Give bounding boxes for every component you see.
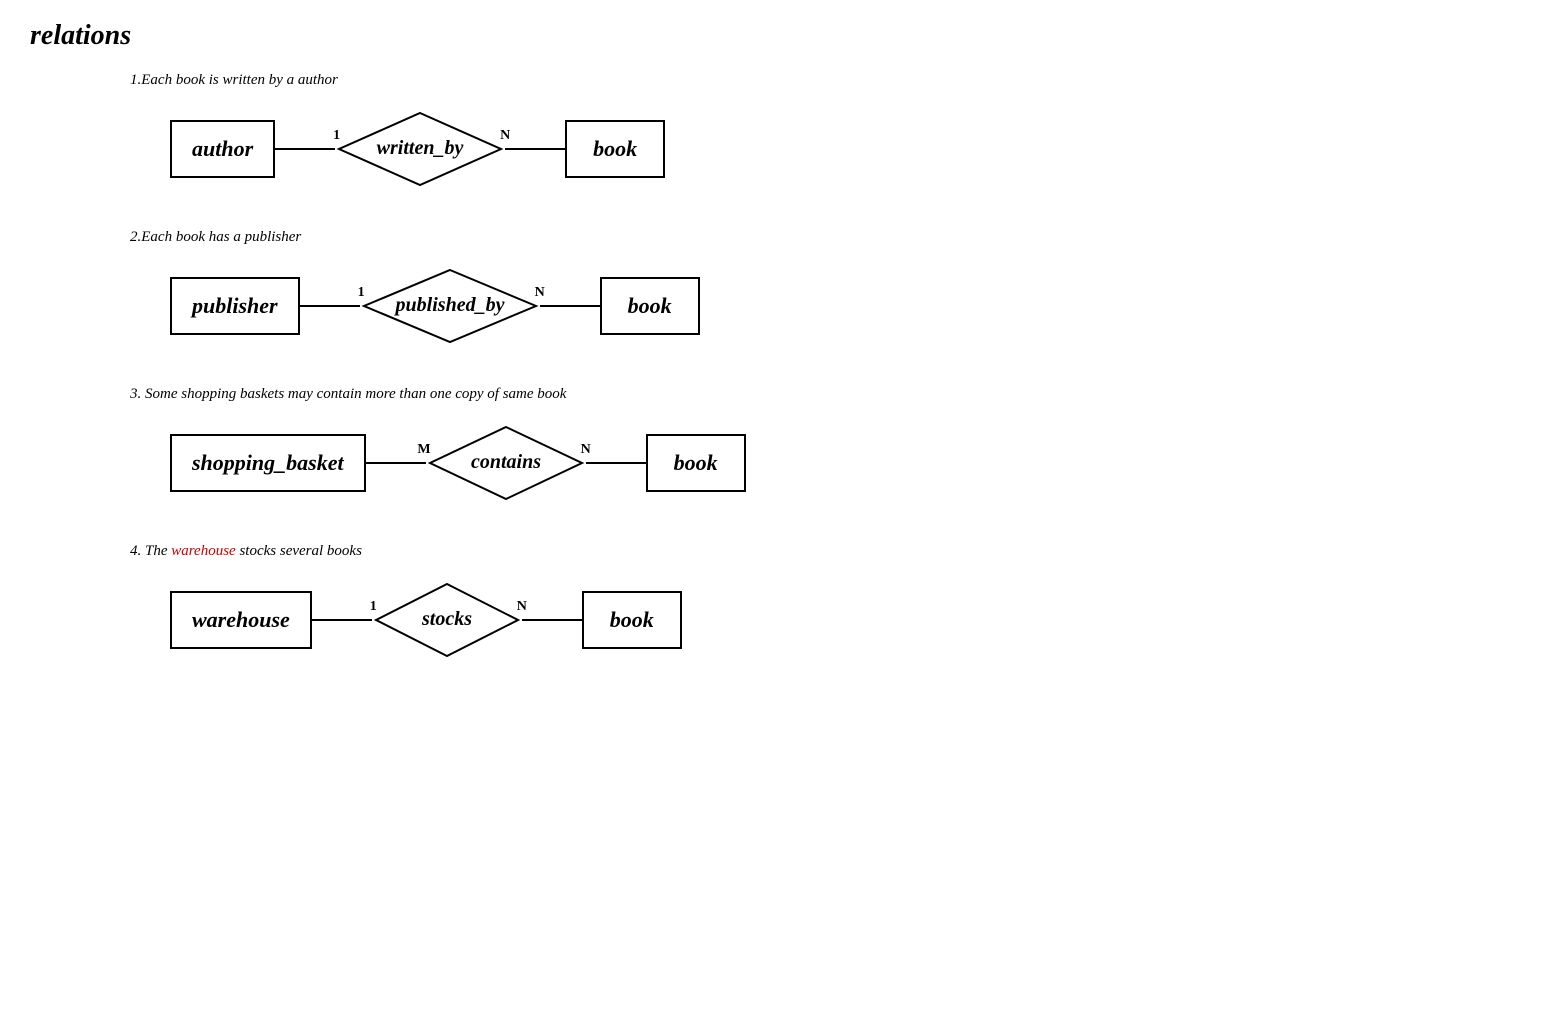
entity-shopping-basket: shopping_basket xyxy=(170,434,366,492)
line-right-4: N xyxy=(522,619,582,621)
er-diagram-1: author 1 written_by N book xyxy=(170,109,1520,189)
cardinality-4-right: N xyxy=(517,599,527,615)
relation-description-3: 3. Some shopping baskets may contain mor… xyxy=(130,386,1520,403)
relation-description-2: 2.Each book has a publisher xyxy=(130,229,1520,246)
relationship-label-2: published_by xyxy=(393,294,504,316)
cardinality-1-right: N xyxy=(500,128,510,144)
relation-description-1: 1.Each book is written by a author xyxy=(130,72,1520,89)
entity-book-2: book xyxy=(600,277,700,335)
relation-section-3: 3. Some shopping baskets may contain mor… xyxy=(30,386,1520,503)
er-diagram-4: warehouse 1 stocks N book xyxy=(170,580,1520,660)
relationship-label-3: contains xyxy=(471,451,541,473)
diamond-written-by: written_by xyxy=(335,109,505,189)
line-right-2: N xyxy=(540,305,600,307)
highlight-warehouse: warehouse xyxy=(171,543,235,559)
diamond-published-by: published_by xyxy=(360,266,540,346)
er-diagram-2: publisher 1 published_by N book xyxy=(170,266,1520,346)
relationship-label-4: stocks xyxy=(421,608,472,630)
cardinality-3-right: N xyxy=(581,442,591,458)
line-left-3: M xyxy=(366,462,426,464)
relation-description-4: 4. The warehouse stocks several books xyxy=(130,543,1520,560)
cardinality-2-right: N xyxy=(535,285,545,301)
entity-warehouse: warehouse xyxy=(170,591,312,649)
line-right-3: N xyxy=(586,462,646,464)
entity-book-1: book xyxy=(565,120,665,178)
line-left-2: 1 xyxy=(300,305,360,307)
entity-book-3: book xyxy=(646,434,746,492)
er-diagram-3: shopping_basket M contains N book xyxy=(170,423,1520,503)
entity-author: author xyxy=(170,120,275,178)
line-right-1: N xyxy=(505,148,565,150)
relationship-label-1: written_by xyxy=(377,137,464,159)
diamond-contains: contains xyxy=(426,423,586,503)
relation-section-4: 4. The warehouse stocks several books wa… xyxy=(30,543,1520,660)
relation-section-1: 1.Each book is written by a author autho… xyxy=(30,72,1520,189)
page-title: relations xyxy=(30,20,1520,52)
relation-section-2: 2.Each book has a publisher publisher 1 … xyxy=(30,229,1520,346)
line-left-1: 1 xyxy=(275,148,335,150)
diamond-stocks: stocks xyxy=(372,580,522,660)
line-left-4: 1 xyxy=(312,619,372,621)
entity-publisher: publisher xyxy=(170,277,300,335)
entity-book-4: book xyxy=(582,591,682,649)
